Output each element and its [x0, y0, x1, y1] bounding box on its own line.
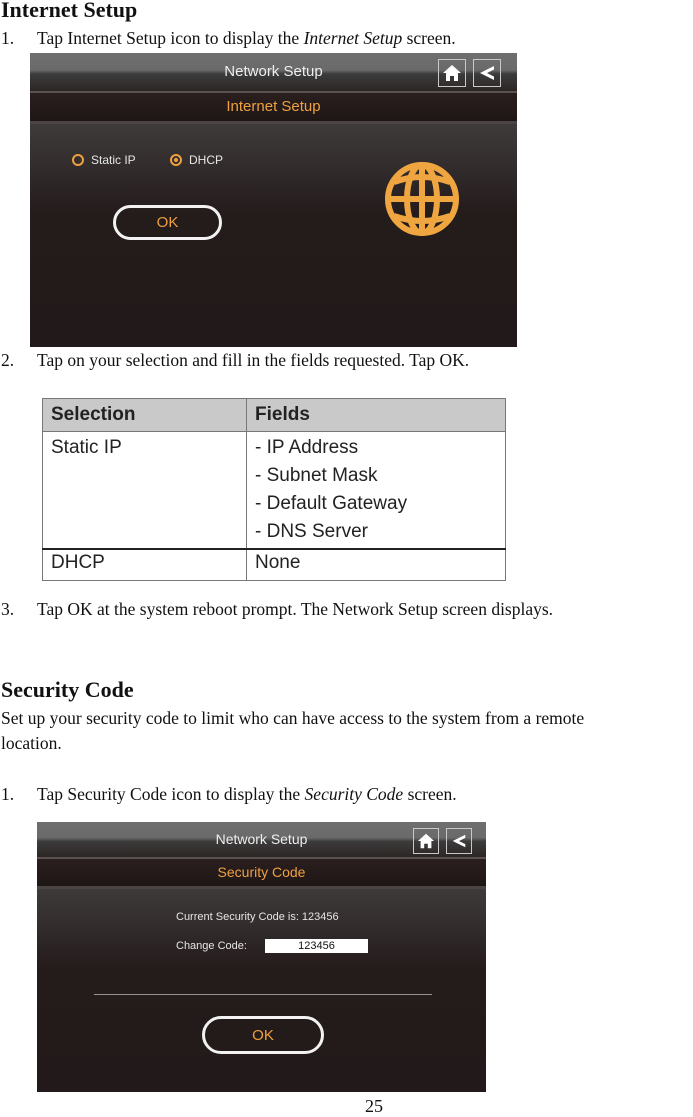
- table-row: Static IP - IP Address - Subnet Mask - D…: [42, 431, 506, 549]
- step-emphasis: Security Code: [304, 784, 404, 804]
- table-header-row: Selection Fields: [42, 398, 506, 432]
- home-button[interactable]: [413, 828, 439, 854]
- field-item: - Default Gateway: [255, 493, 408, 514]
- cell-selection: DHCP: [42, 548, 247, 581]
- column-header-fields: Fields: [246, 398, 506, 432]
- divider: [94, 994, 432, 995]
- change-code-label: Change Code:: [176, 940, 247, 952]
- ok-label: OK: [156, 214, 179, 231]
- step-text: Tap OK at the system reboot prompt. The …: [37, 599, 554, 619]
- step-number: 1.: [1, 784, 15, 804]
- security-code-screen: Network Setup Security Code Current Secu…: [37, 822, 486, 1092]
- cell-selection: Static IP: [42, 431, 247, 549]
- radio-label: DHCP: [189, 153, 224, 167]
- ok-button[interactable]: OK: [202, 1016, 324, 1054]
- step-1-internet: 1. Tap Internet Setup icon to display the…: [1, 28, 456, 49]
- step-number: 3.: [1, 599, 15, 619]
- step-text-end: screen.: [403, 784, 457, 804]
- step-text: Tap on your selection and fill in the fi…: [37, 350, 470, 370]
- intro-text-line-2: location.: [1, 733, 62, 753]
- step-text-end: screen.: [402, 28, 456, 48]
- radio-selected-icon: [170, 154, 182, 166]
- internet-setup-screen: Network Setup Internet Setup Static IP D…: [30, 53, 517, 347]
- screen-title: Network Setup: [224, 63, 323, 80]
- back-button[interactable]: [446, 828, 472, 854]
- intro-text-line-1: Set up your security code to limit who c…: [1, 708, 585, 728]
- back-button[interactable]: [473, 59, 501, 87]
- home-button[interactable]: [438, 59, 466, 87]
- screen-subtitle: Internet Setup: [226, 98, 321, 115]
- step-text: Tap Internet Setup icon to display the: [37, 28, 304, 48]
- globe-icon: [385, 162, 459, 236]
- home-icon: [443, 65, 461, 81]
- section-heading-internet-setup: Internet Setup: [1, 0, 138, 22]
- change-code-input[interactable]: 123456: [265, 939, 368, 953]
- table-row: DHCP None: [42, 548, 506, 581]
- radio-label: Static IP: [91, 153, 136, 167]
- step-number: 1.: [1, 28, 15, 48]
- step-1-security: 1. Tap Security Code icon to display the …: [1, 784, 457, 805]
- home-icon: [417, 833, 435, 849]
- cell-fields: - IP Address - Subnet Mask - Default Gat…: [246, 431, 506, 549]
- field-item: - IP Address: [255, 437, 359, 458]
- step-2-internet: 2. Tap on your selection and fill in the …: [1, 350, 469, 371]
- column-header-selection: Selection: [42, 398, 247, 432]
- ok-button[interactable]: OK: [113, 205, 222, 240]
- current-code-text: Current Security Code is: 123456: [176, 911, 339, 923]
- back-arrow-icon: [480, 66, 494, 80]
- field-item: - DNS Server: [255, 521, 368, 542]
- radio-static-ip[interactable]: Static IP: [72, 153, 136, 167]
- screen-subtitle-bar: Security Code: [37, 859, 486, 889]
- step-text: Tap Security Code icon to display the: [37, 784, 305, 804]
- page-number: 25: [365, 1096, 383, 1116]
- screen-title: Network Setup: [215, 831, 308, 847]
- step-3-internet: 3. Tap OK at the system reboot prompt. Th…: [1, 599, 553, 620]
- cell-fields: None: [246, 548, 506, 581]
- back-arrow-icon: [452, 834, 466, 848]
- step-number: 2.: [1, 350, 15, 370]
- screen-subtitle-bar: Internet Setup: [30, 93, 517, 124]
- radio-circle-icon: [72, 154, 84, 166]
- screen-subtitle: Security Code: [217, 864, 306, 880]
- field-item: - Subnet Mask: [255, 465, 378, 486]
- radio-dhcp[interactable]: DHCP: [170, 153, 223, 167]
- step-emphasis: Internet Setup: [303, 28, 403, 48]
- ok-label: OK: [252, 1026, 274, 1044]
- selection-fields-table: Selection Fields Static IP - IP Address …: [42, 398, 506, 581]
- section-heading-security-code: Security Code: [1, 677, 134, 702]
